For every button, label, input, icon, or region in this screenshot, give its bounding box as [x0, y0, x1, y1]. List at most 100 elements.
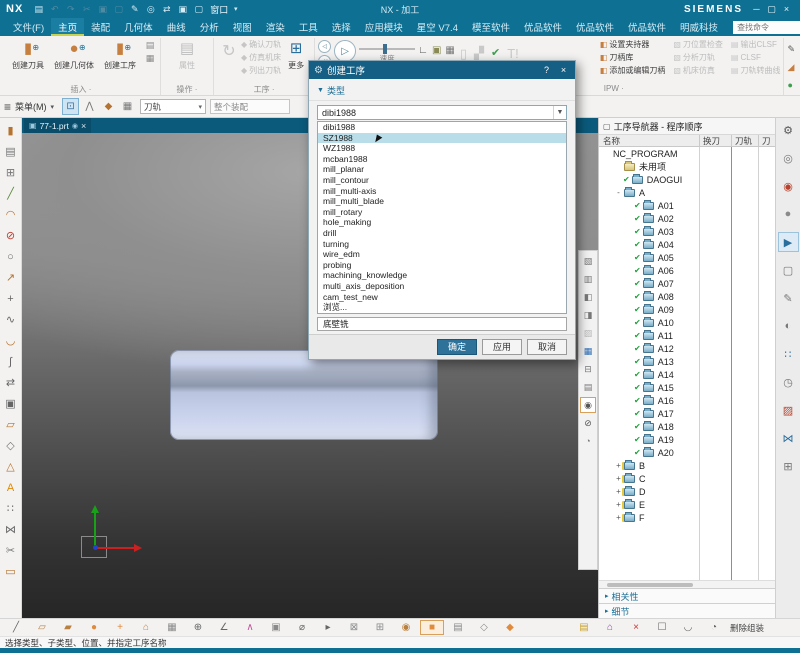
menu-item-3[interactable]: 几何体 [117, 18, 160, 36]
selection-scope-combo[interactable]: 整个装配 [210, 99, 290, 114]
column-toolpath[interactable]: 刀轨 [731, 135, 758, 147]
menu-item-0[interactable]: 文件(F) [6, 18, 51, 36]
show-icon[interactable]: ◉ [580, 397, 596, 413]
mirror-icon[interactable]: ⋈ [2, 519, 20, 540]
tree-node[interactable]: ✔A20 [599, 446, 775, 459]
settings-gear-icon[interactable]: ⚙ [778, 120, 799, 140]
expand-toggle[interactable]: + [614, 513, 623, 522]
tree-node[interactable]: ✔A11 [599, 329, 775, 342]
point-icon[interactable]: + [2, 288, 20, 309]
menu-item-10[interactable]: 应用模块 [358, 18, 410, 36]
pencil-icon[interactable]: ✎ [127, 2, 142, 16]
close-icon[interactable]: × [557, 65, 570, 75]
column-name[interactable]: 名称 [599, 135, 699, 147]
block-icon[interactable]: ▭ [2, 561, 20, 582]
face-filter-icon[interactable]: ▦ [119, 98, 136, 115]
expand-toggle[interactable]: + [614, 487, 623, 496]
menu-item-4[interactable]: 曲线 [160, 18, 193, 36]
ribbon-command[interactable]: ▧刀位置检查 [673, 38, 723, 51]
cancel-icon[interactable]: × [624, 620, 648, 635]
triad-icon[interactable]: ∧ [238, 620, 262, 635]
tree-node[interactable]: ✔A14 [599, 368, 775, 381]
horizontal-scrollbar[interactable] [599, 580, 775, 588]
maximize-button[interactable]: ▢ [764, 2, 779, 16]
layers-stack-icon[interactable]: ▤ [572, 620, 596, 635]
bowl-icon[interactable]: ◡ [676, 620, 700, 635]
purple-house-icon[interactable]: ⌂ [598, 620, 622, 635]
window-menu[interactable]: 窗口 [210, 3, 228, 16]
type-option[interactable]: mill_planar [318, 164, 566, 175]
type-option[interactable]: mill_rotary [318, 207, 566, 218]
text-icon[interactable]: A [2, 477, 20, 498]
type-option[interactable]: WZ1988 [318, 143, 566, 154]
ribbon-command[interactable]: ◆列出刀轨 [241, 64, 281, 77]
machine-tool-navigator-icon[interactable]: ▢ [778, 260, 799, 280]
type-option[interactable]: multi_axis_deposition [318, 281, 566, 292]
layer-icon[interactable]: ▧ [580, 253, 596, 269]
pin-icon[interactable]: ◉ [72, 122, 78, 130]
pencil-line-icon[interactable]: ╱ [4, 620, 28, 635]
type-option[interactable]: dibi1988 [318, 122, 566, 133]
ok-button[interactable]: 确定 [437, 339, 477, 355]
menu-item-12[interactable]: 模至软件 [465, 18, 517, 36]
generate-toolpath-icon[interactable]: ↻ [217, 38, 241, 61]
create-method-icon[interactable]: ▦ [143, 53, 157, 64]
origin-point[interactable] [93, 545, 98, 550]
menu-item-7[interactable]: 渲染 [259, 18, 292, 36]
tree-node[interactable]: ✔A10 [599, 316, 775, 329]
tree-node[interactable]: ✔A05 [599, 251, 775, 264]
save-icon[interactable]: ▤ [31, 2, 46, 16]
close-button[interactable]: × [779, 2, 794, 16]
tree-node[interactable]: NC_PROGRAM [599, 147, 775, 160]
tree-node[interactable]: ✔A06 [599, 264, 775, 277]
arc-down-icon[interactable]: ◡ [2, 330, 20, 351]
arc-icon[interactable]: ◠ [2, 204, 20, 225]
ribbon-command[interactable]: ◧添加或编辑刀柄 [600, 64, 666, 77]
snapshot-icon[interactable]: ▦ [445, 45, 454, 56]
expand-toggle[interactable]: + [614, 461, 623, 470]
tree-node[interactable]: +D [599, 485, 775, 498]
tree-node[interactable]: ✔A19 [599, 433, 775, 446]
datum-plane-icon[interactable]: ▱ [30, 620, 54, 635]
expand-toggle[interactable]: + [614, 500, 623, 509]
checkbox-icon[interactable]: ☐ [650, 620, 674, 635]
create-program-icon[interactable]: ▤ [143, 40, 157, 51]
tree-node[interactable]: ✔A18 [599, 420, 775, 433]
pattern-display-icon[interactable]: ▨ [580, 325, 596, 341]
tree-node[interactable]: +C [599, 472, 775, 485]
menu-item-16[interactable]: 明威科技 [673, 18, 725, 36]
tree-node[interactable]: ✔A13 [599, 355, 775, 368]
new-window-icon[interactable]: ▢ [191, 2, 206, 16]
move-object-icon[interactable]: ⊕ [186, 620, 210, 635]
clip-section-icon[interactable]: ◧ [580, 289, 596, 305]
snap-point-icon[interactable]: ⋀ [81, 98, 98, 115]
copy-display-icon[interactable]: ▣ [175, 2, 190, 16]
ribbon-button-1[interactable]: ●⊕创建几何体 [51, 38, 97, 71]
menu-item-13[interactable]: 优品软件 [517, 18, 569, 36]
part-tab[interactable]: ▣ 77-1.prt ◉ × [24, 118, 91, 133]
properties-button[interactable]: ▤ 属性 [164, 38, 210, 71]
type-option[interactable]: mill_contour [318, 175, 566, 186]
menu-item-14[interactable]: 优品软件 [569, 18, 621, 36]
column-toolchange[interactable]: 换刀 [699, 135, 731, 147]
tree-node[interactable]: -A [599, 186, 775, 199]
cancel-button[interactable]: 取消 [527, 339, 567, 355]
slider-thumb[interactable] [383, 44, 387, 54]
datum-plane-lock-icon[interactable]: ▰ [56, 620, 80, 635]
palette-icon[interactable]: ▨ [778, 400, 799, 420]
angle-snap-icon[interactable]: ∠ [212, 620, 236, 635]
tree-node[interactable]: ✔A03 [599, 225, 775, 238]
x-axis-arrow[interactable] [97, 547, 135, 549]
type-option[interactable]: SZ1988 [318, 133, 566, 144]
hide-icon[interactable]: ⊘ [580, 415, 596, 431]
type-section-header[interactable]: ▼ 类型 [309, 79, 575, 101]
tree-node[interactable]: +E [599, 498, 775, 511]
ribbon-button-0[interactable]: ▮⊕创建刀具 [5, 38, 51, 71]
toolbox-icon[interactable]: ⊞ [778, 456, 799, 476]
half-section-icon[interactable]: ◨ [580, 307, 596, 323]
ribbon-command[interactable]: ▧分析刀轨 [673, 51, 723, 64]
circle-icon[interactable]: ○ [2, 246, 20, 267]
constraint-navigator-icon[interactable]: ◉ [778, 176, 799, 196]
home-view-icon[interactable]: ⌂ [134, 620, 158, 635]
help-icon[interactable]: ? [540, 65, 553, 75]
